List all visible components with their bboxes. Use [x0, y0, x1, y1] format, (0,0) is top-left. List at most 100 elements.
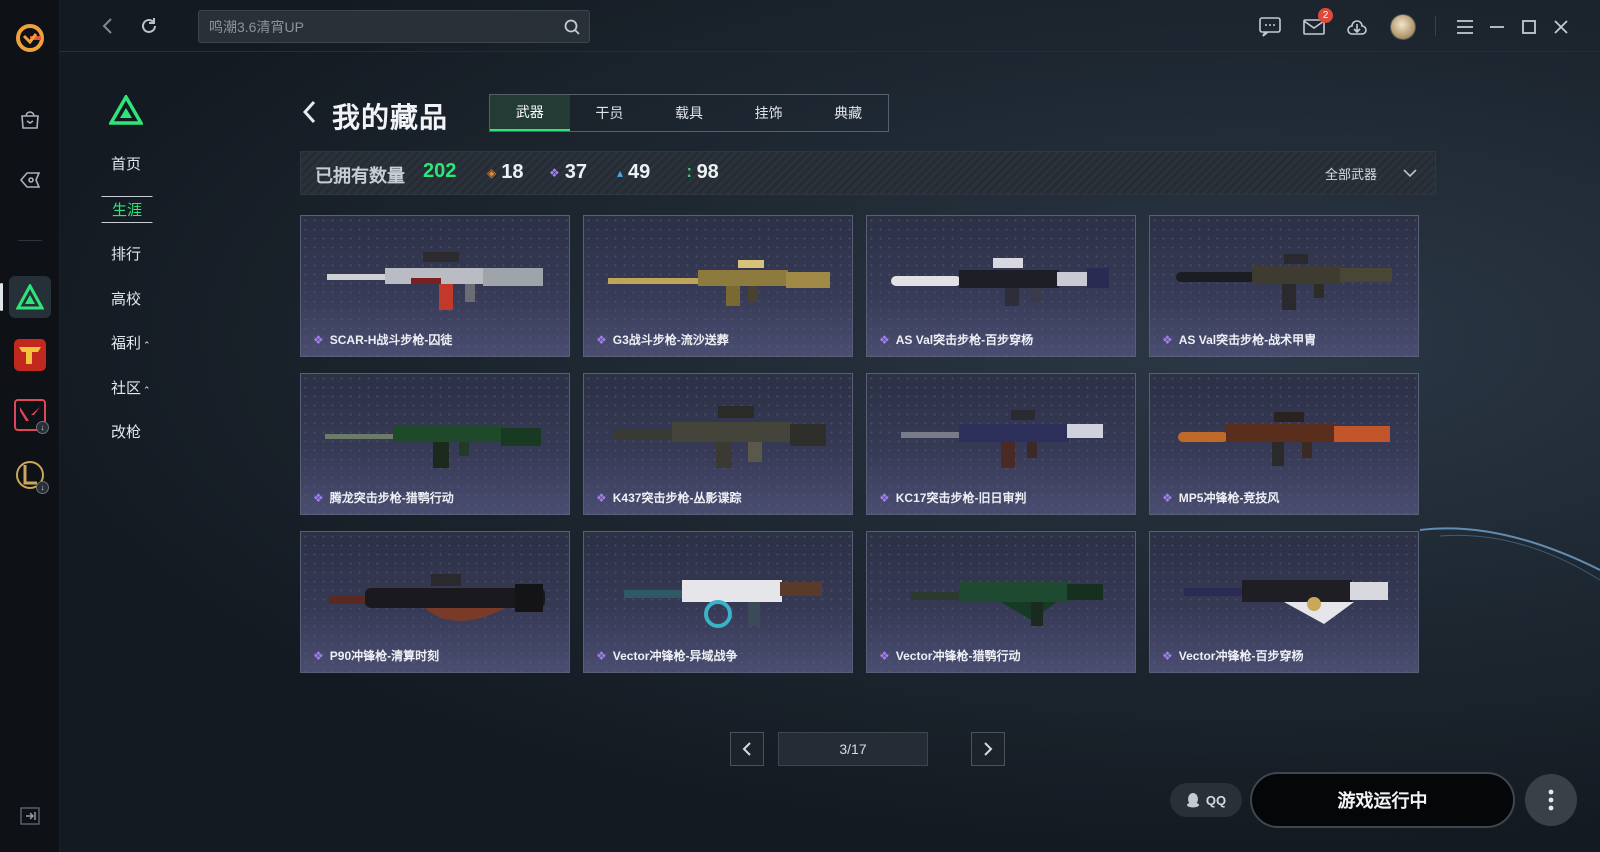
tab-operators[interactable]: 干员: [570, 95, 650, 131]
rarity-purple-icon: ❖: [1162, 490, 1173, 505]
collection-card[interactable]: ❖ G3战斗步枪-流沙送葬: [583, 215, 853, 357]
tab-collectibles[interactable]: 典藏: [808, 95, 888, 131]
download-manager-icon[interactable]: [1344, 14, 1370, 40]
weapon-image-icon: [624, 580, 822, 628]
item-name-text: AS Val突击步枪-百步穿杨: [895, 333, 1034, 347]
item-name-text: P90冲锋枪-清算时刻: [329, 649, 440, 663]
rail-divider: [18, 240, 42, 241]
app-rail: ↓ ↓: [0, 0, 60, 852]
shop-icon[interactable]: [12, 102, 48, 138]
item-name-text: Vector冲锋枪-猎鹗行动: [895, 649, 1021, 663]
rail-active-indicator: [0, 283, 3, 311]
item-name: ❖ Vector冲锋枪-百步穿杨: [1162, 647, 1303, 664]
rarity-purple-icon: ❖: [596, 490, 607, 505]
close-icon[interactable]: [1548, 14, 1574, 40]
back-icon[interactable]: [300, 98, 320, 126]
game-running-button[interactable]: 游戏运行中: [1250, 772, 1515, 828]
owned-count-value: 202: [423, 160, 457, 182]
nav-community-label: 社区: [111, 380, 142, 397]
chevron-left-icon: [742, 742, 751, 756]
collection-card[interactable]: ❖ Vector冲锋枪-异域战争: [583, 531, 853, 673]
collection-card[interactable]: ❖ SCAR-H战斗步枪-囚徒: [300, 215, 570, 357]
item-name-text: 腾龙突击步枪-猎鹗行动: [329, 491, 454, 505]
tab-vehicles[interactable]: 载具: [649, 95, 729, 131]
weapon-image-icon: [901, 410, 1103, 468]
more-vertical-icon: [1548, 789, 1554, 811]
item-name-text: K437突击步枪-丛影谍踪: [612, 491, 742, 505]
triangle-blue-icon: ▴: [617, 165, 624, 180]
collection-card[interactable]: ❖ Vector冲锋枪-百步穿杨: [1149, 531, 1419, 673]
mail-badge: 2: [1318, 8, 1333, 23]
nav-home[interactable]: 首页: [111, 153, 141, 174]
weapon-image-icon: [329, 574, 545, 621]
weapon-image-icon: [325, 426, 541, 468]
diamond-purple-icon: ❖: [549, 165, 560, 180]
tag-icon[interactable]: [12, 162, 48, 198]
search-input[interactable]: [209, 11, 549, 42]
rarity-green-count: ⁚ 98: [687, 161, 719, 184]
item-name-text: MP5冲锋枪-竞技风: [1178, 491, 1280, 505]
collection-card[interactable]: ❖ K437突击步枪-丛影谍踪: [583, 373, 853, 515]
menu-icon[interactable]: [1452, 14, 1478, 40]
item-name-text: SCAR-H战斗步枪-囚徒: [329, 333, 453, 347]
maximize-icon[interactable]: [1516, 14, 1542, 40]
collection-card[interactable]: ❖ AS Val突击步枪-百步穿杨: [866, 215, 1136, 357]
refresh-icon[interactable]: [137, 14, 161, 38]
qq-button[interactable]: QQ: [1170, 783, 1242, 817]
nav-campus[interactable]: 高校: [111, 288, 141, 309]
next-page-button[interactable]: [971, 732, 1005, 766]
game-league-icon[interactable]: ↓: [9, 454, 51, 496]
more-options-button[interactable]: [1525, 774, 1577, 826]
game-valorant-icon[interactable]: ↓: [9, 394, 51, 436]
weapon-image-icon: [1176, 254, 1392, 310]
collapse-sidebar-icon[interactable]: [20, 806, 40, 826]
collection-stats-bar: 已拥有数量 202 ◈ 18 ❖ 37 ▴ 49 ⁚ 98 全部武器: [300, 151, 1436, 195]
prev-page-button[interactable]: [730, 732, 764, 766]
rarity-purple-icon: ❖: [313, 332, 324, 347]
collection-card[interactable]: ❖ AS Val突击步枪-战术甲胄: [1149, 215, 1419, 357]
nav-gunsmith[interactable]: 改枪: [111, 421, 141, 442]
item-name-text: AS Val突击步枪-战术甲胄: [1178, 333, 1317, 347]
search-icon[interactable]: [563, 18, 581, 36]
app-logo-icon[interactable]: [14, 22, 46, 54]
nav-career[interactable]: 生涯: [101, 196, 154, 223]
weapon-image-icon: [614, 406, 826, 468]
minimize-icon[interactable]: [1484, 14, 1510, 40]
nav-back-button[interactable]: [95, 14, 119, 38]
collection-card[interactable]: ❖ KC17突击步枪-旧日审判: [866, 373, 1136, 515]
game-crossfire-icon[interactable]: [9, 334, 51, 376]
rarity-purple-icon: ❖: [879, 648, 890, 663]
avatar[interactable]: [1390, 14, 1416, 40]
rarity-blue-value: 49: [628, 161, 651, 183]
mail-icon[interactable]: 2: [1301, 8, 1333, 40]
collection-card[interactable]: ❖ MP5冲锋枪-竞技风: [1149, 373, 1419, 515]
delta-force-logo-icon: [109, 95, 143, 125]
game-delta-force-icon[interactable]: [9, 276, 51, 318]
nav-community[interactable]: 社区 ⌃: [111, 377, 151, 398]
collection-card[interactable]: ❖ Vector冲锋枪-猎鹗行动: [866, 531, 1136, 673]
page-indicator: 3/17: [778, 732, 928, 766]
rarity-purple-value: 37: [564, 161, 588, 183]
page-title: 我的藏品: [332, 102, 449, 133]
chat-icon[interactable]: [1257, 14, 1283, 40]
tab-weapons[interactable]: 武器: [490, 95, 570, 131]
rarity-blue-count: ▴ 49: [617, 161, 650, 184]
qq-penguin-icon: [1186, 793, 1199, 808]
item-name: ❖ 腾龙突击步枪-猎鹗行动: [313, 489, 454, 506]
download-badge-icon: ↓: [36, 421, 49, 434]
nav-ranking[interactable]: 排行: [111, 243, 141, 264]
weapon-image-icon: [891, 258, 1109, 306]
chevron-up-icon: ⌃: [143, 340, 151, 350]
tab-charms[interactable]: 挂饰: [729, 95, 809, 131]
download-badge-icon: ↓: [36, 481, 49, 494]
weapon-filter-dropdown[interactable]: 全部武器: [1325, 164, 1417, 183]
rarity-orange-value: 18: [501, 161, 524, 183]
nav-welfare[interactable]: 福利 ⌃: [111, 332, 151, 353]
item-name: ❖ KC17突击步枪-旧日审判: [879, 489, 1026, 506]
rarity-green-value: 98: [696, 161, 719, 183]
item-name: ❖ P90冲锋枪-清算时刻: [313, 647, 439, 664]
rarity-orange-count: ◈ 18: [487, 161, 523, 184]
collection-card[interactable]: ❖ 腾龙突击步枪-猎鹗行动: [300, 373, 570, 515]
weapon-image-icon: [1184, 580, 1388, 624]
collection-card[interactable]: ❖ P90冲锋枪-清算时刻: [300, 531, 570, 673]
